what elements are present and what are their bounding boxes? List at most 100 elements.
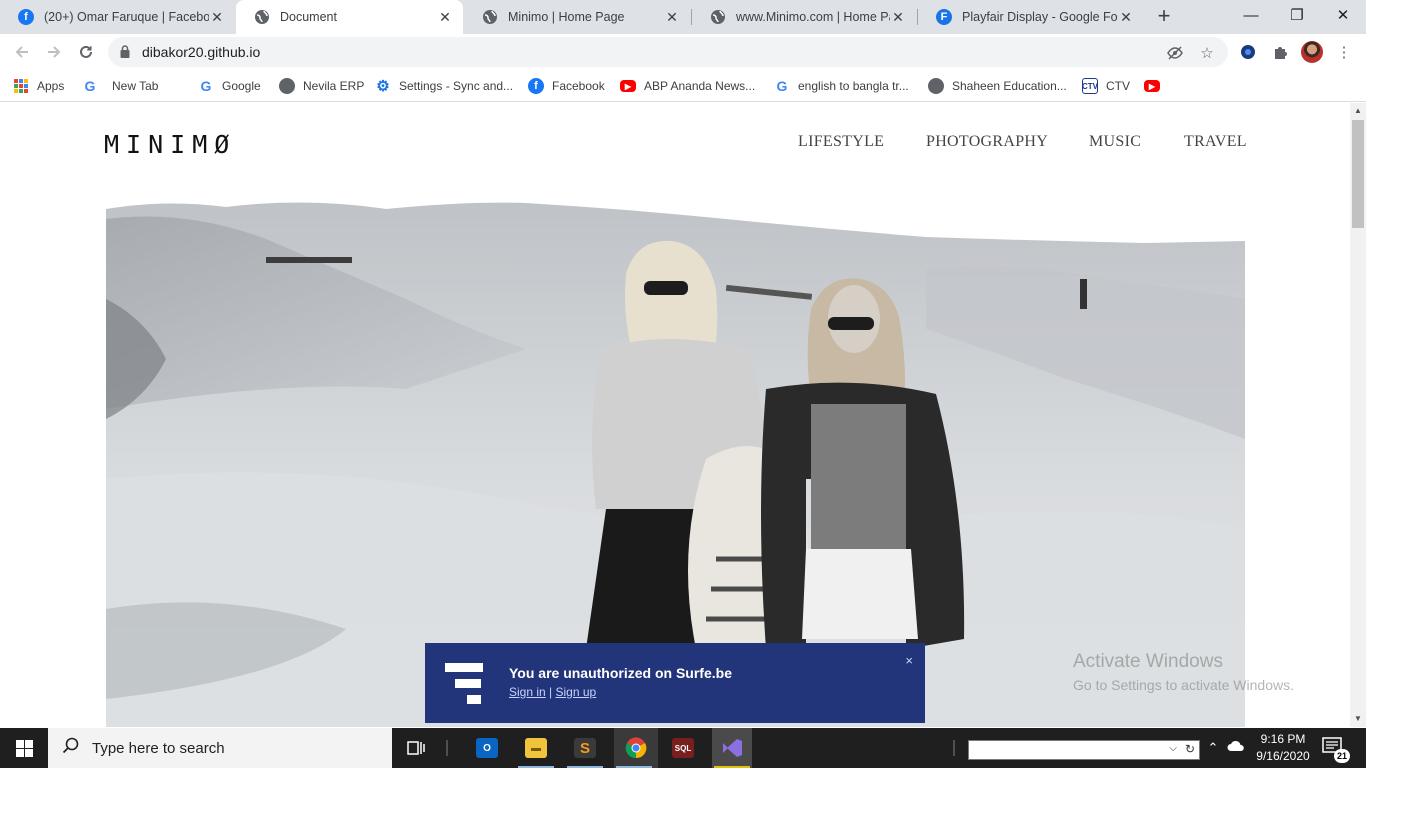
bookmark-label: Facebook <box>552 79 605 93</box>
reload-icon <box>80 45 92 58</box>
close-window-button[interactable]: ✕ <box>1320 0 1366 30</box>
link-separator: | <box>549 685 553 699</box>
close-tab-icon[interactable]: ✕ <box>1118 9 1134 25</box>
chrome-app[interactable] <box>614 728 658 768</box>
bookmark-abp-ananda[interactable]: ▶ ABP Ananda News... <box>620 76 755 96</box>
close-tab-icon[interactable]: ✕ <box>664 9 680 25</box>
nav-lifestyle[interactable]: LIFESTYLE <box>798 133 884 151</box>
site-logo[interactable]: MINIMØ <box>104 130 236 159</box>
bookmark-ctv[interactable]: CTV CTV <box>1082 76 1130 96</box>
minimize-button[interactable]: — <box>1228 0 1274 30</box>
tab-facebook[interactable]: f (20+) Omar Faruque | Facebook ✕ <box>0 0 235 34</box>
bookmark-shaheen[interactable]: Shaheen Education... <box>928 76 1067 96</box>
bookmarks-bar: Apps G New Tab G Google Nevila ERP ⚙ Set… <box>0 70 1366 102</box>
restore-button[interactable]: ❐ <box>1274 0 1320 30</box>
scroll-down-icon[interactable]: ▼ <box>1350 711 1366 727</box>
star-icon[interactable]: ☆ <box>1198 44 1216 62</box>
mysql-app[interactable]: SQL <box>663 728 703 768</box>
bookmark-label: CTV <box>1106 79 1130 93</box>
nav-travel[interactable]: TRAVEL <box>1184 133 1247 151</box>
sign-up-link[interactable]: Sign up <box>556 685 597 699</box>
taskbar-separator <box>446 740 448 756</box>
bookmark-facebook[interactable]: f Facebook <box>528 76 605 96</box>
taskbar-search[interactable]: Type here to search <box>48 728 392 768</box>
close-tab-icon[interactable]: ✕ <box>209 9 225 25</box>
outlook-app[interactable]: O <box>467 728 507 768</box>
task-view-icon <box>407 741 425 755</box>
youtube-icon: ▶ <box>1144 80 1160 92</box>
puzzle-icon[interactable] <box>1270 42 1290 62</box>
bookmark-apps[interactable]: Apps <box>14 76 64 96</box>
task-view-button[interactable] <box>396 728 436 768</box>
visual-studio-icon <box>721 738 743 758</box>
scroll-thumb[interactable] <box>1352 120 1364 228</box>
tab-document[interactable]: Document ✕ <box>236 0 463 34</box>
forward-button[interactable] <box>42 40 66 64</box>
clock-time: 9:16 PM <box>1260 732 1306 746</box>
close-tab-icon[interactable]: ✕ <box>437 9 453 25</box>
new-tab-button[interactable]: + <box>1152 5 1176 29</box>
kebab-menu-icon[interactable]: ⋮ <box>1334 42 1354 62</box>
outlook-icon: O <box>476 738 498 758</box>
nav-photography[interactable]: PHOTOGRAPHY <box>926 133 1048 151</box>
chevron-up-icon[interactable]: ⌃ <box>1203 738 1223 758</box>
extension-icon[interactable] <box>1238 42 1258 62</box>
folder-icon: ▬ <box>525 738 547 758</box>
close-icon[interactable]: × <box>905 653 913 668</box>
windows-logo-icon <box>15 739 33 757</box>
action-center-button[interactable]: 21 <box>1322 737 1350 763</box>
gear-icon: ⚙ <box>376 78 390 95</box>
system-clock[interactable]: 9:16 PM 9/16/2020 <box>1250 731 1316 765</box>
bookmark-label: ABP Ananda News... <box>644 79 756 93</box>
address-toolbar-input[interactable]: ⌵ ↻ <box>968 740 1200 760</box>
globe-icon <box>254 9 270 25</box>
bookmark-nevila-erp[interactable]: Nevila ERP <box>279 76 364 96</box>
back-button[interactable] <box>10 40 34 64</box>
bookmark-label: Google <box>222 79 261 93</box>
globe-icon <box>710 9 726 25</box>
profile-avatar[interactable] <box>1301 41 1323 63</box>
apps-grid-icon <box>14 79 28 93</box>
file-explorer-app[interactable]: ▬ <box>516 728 556 768</box>
close-tab-icon[interactable]: ✕ <box>890 9 906 25</box>
eye-off-icon[interactable] <box>1166 44 1184 62</box>
arrow-left-icon <box>15 46 28 58</box>
bookmark-new-tab[interactable]: G New Tab <box>82 76 159 96</box>
sign-in-link[interactable]: Sign in <box>509 685 546 699</box>
visual-studio-app[interactable] <box>712 728 752 768</box>
reload-button[interactable] <box>74 40 98 64</box>
watermark-title: Activate Windows <box>1073 651 1223 672</box>
tab-title: Playfair Display - Google Fonts <box>962 10 1118 24</box>
sublime-text-app[interactable]: S <box>565 728 605 768</box>
chrome-icon <box>625 737 647 759</box>
tab-minimo-www[interactable]: www.Minimo.com | Home Page ✕ <box>692 0 916 34</box>
bookmark-settings-sync[interactable]: ⚙ Settings - Sync and... <box>375 76 513 96</box>
bookmark-english-bangla[interactable]: G english to bangla tr... <box>774 76 909 96</box>
surfe-message: You are unauthorized on Surfe.be <box>509 665 732 681</box>
bookmark-label: Apps <box>37 79 65 93</box>
page-scrollbar[interactable]: ▲ ▼ <box>1350 103 1366 727</box>
bookmark-google[interactable]: G Google <box>198 76 261 96</box>
scroll-up-icon[interactable]: ▲ <box>1350 103 1366 119</box>
nav-music[interactable]: MUSIC <box>1089 133 1141 151</box>
bookmark-youtube[interactable]: ▶ <box>1144 76 1168 96</box>
tab-title: Document <box>280 10 337 24</box>
chevron-down-icon[interactable]: ⌵ <box>1169 743 1177 754</box>
surfe-notification: You are unauthorized on Surfe.be Sign in… <box>425 643 925 723</box>
tab-google-fonts[interactable]: F Playfair Display - Google Fonts ✕ <box>918 0 1144 34</box>
refresh-icon[interactable]: ↻ <box>1185 742 1195 756</box>
google-icon: G <box>776 78 788 94</box>
activate-windows-watermark: Activate Windows Go to Settings to activ… <box>1073 651 1294 693</box>
search-placeholder: Type here to search <box>92 739 225 757</box>
arrow-right-icon <box>48 46 61 58</box>
search-icon <box>62 737 80 760</box>
taskbar-separator <box>953 740 955 756</box>
page-viewport: MINIMØ LIFESTYLE PHOTOGRAPHY MUSIC TRAVE… <box>0 103 1350 727</box>
address-bar[interactable]: dibakor20.github.io ☆ <box>108 37 1228 67</box>
globe-icon <box>928 78 944 94</box>
cloud-icon[interactable] <box>1226 738 1246 758</box>
tab-minimo-home[interactable]: Minimo | Home Page ✕ <box>464 0 690 34</box>
start-button[interactable] <box>0 728 48 768</box>
youtube-icon: ▶ <box>620 80 636 92</box>
clock-date: 9/16/2020 <box>1256 749 1310 763</box>
